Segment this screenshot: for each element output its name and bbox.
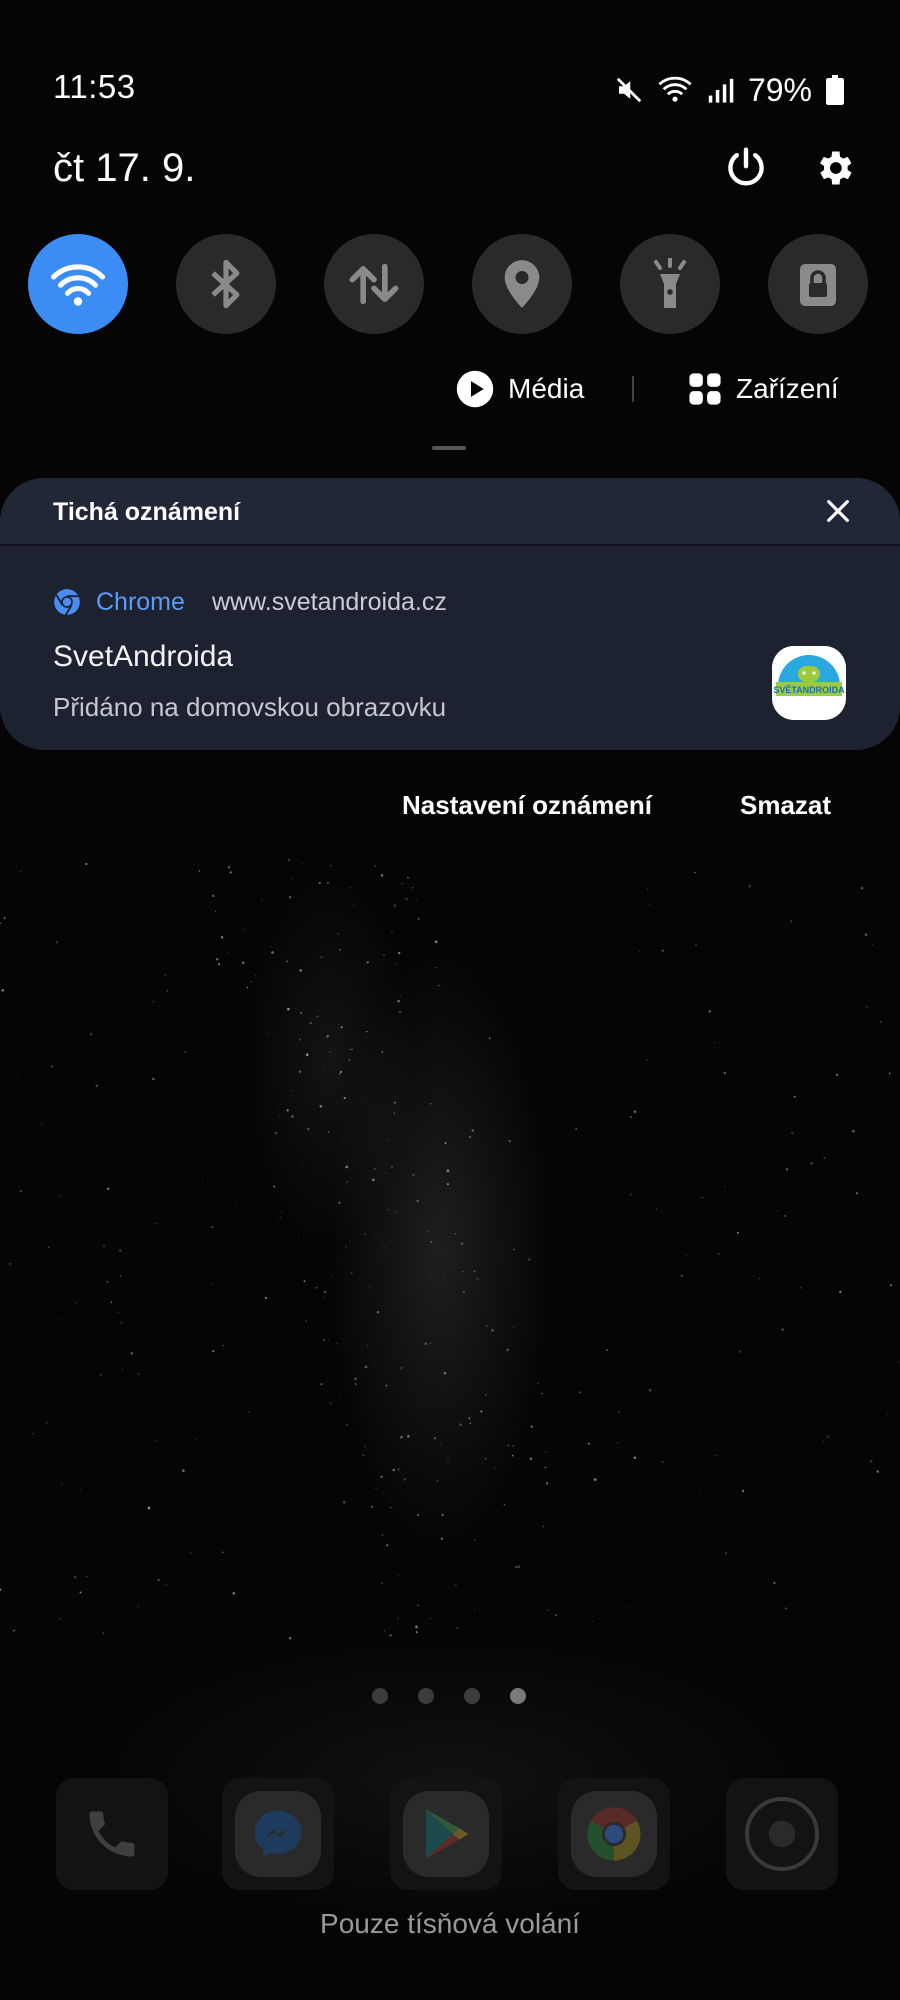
devices-label: Zařízení (736, 373, 839, 404)
clear-notifications-button[interactable]: Smazat (740, 790, 831, 821)
mobile-data-icon (349, 263, 399, 305)
notification-section-header: Tichá oznámení (0, 478, 900, 546)
toggle-secure-folder[interactable] (768, 234, 868, 334)
location-icon (504, 260, 540, 308)
toggle-wifi[interactable] (28, 234, 128, 334)
devices-button[interactable]: Zařízení (688, 366, 839, 412)
signal-icon (706, 75, 734, 105)
clock: 11:53 (53, 68, 136, 105)
notification-title: SvetAndroida (53, 640, 234, 673)
dock-camera[interactable] (726, 1778, 838, 1890)
media-label: Média (508, 373, 585, 404)
logo-text: SVĚTANDROIDA (773, 684, 845, 695)
toggle-bluetooth[interactable] (176, 234, 276, 334)
settings-button[interactable] (812, 146, 856, 190)
wifi-icon (658, 75, 692, 105)
notification-settings-button[interactable]: Nastavení oznámení (402, 790, 652, 821)
toggle-mobile-data[interactable] (324, 234, 424, 334)
svetandroida-logo: SVĚTANDROIDA (772, 646, 846, 720)
play-store-icon (425, 1809, 469, 1859)
battery-icon (826, 75, 844, 105)
notification-source: www.svetandroida.cz (212, 588, 447, 616)
dismiss-section-button[interactable] (822, 495, 854, 527)
date[interactable]: čt 17. 9. (53, 146, 195, 191)
battery-percent: 79% (747, 71, 812, 108)
media-button[interactable]: Média (456, 366, 584, 412)
dock-chrome[interactable] (558, 1778, 670, 1890)
wifi-icon (50, 264, 106, 306)
camera-icon (745, 1797, 819, 1871)
power-button[interactable] (724, 146, 768, 190)
phone-icon (89, 1811, 135, 1857)
settings-icon (820, 151, 852, 185)
close-icon (827, 500, 849, 522)
chrome-icon (587, 1807, 641, 1861)
section-title: Tichá oznámení (53, 498, 241, 526)
chrome-icon (53, 588, 81, 616)
messenger-icon (254, 1810, 302, 1858)
status-icons: 79% (614, 70, 844, 110)
toggle-flashlight[interactable] (620, 234, 720, 334)
secure-folder-icon (800, 264, 836, 306)
divider (632, 376, 634, 402)
devices-grid-icon (689, 373, 721, 405)
dock-phone[interactable] (56, 1778, 168, 1890)
dock-play-store[interactable] (390, 1778, 502, 1890)
flashlight-icon (654, 258, 686, 308)
bluetooth-icon (211, 259, 240, 309)
dock-messenger[interactable] (222, 1778, 334, 1890)
notification-text: Přidáno na domovskou obrazovku (53, 692, 447, 722)
page-indicator (372, 1688, 526, 1704)
toggle-location[interactable] (472, 234, 572, 334)
notification-app-name: Chrome (96, 588, 185, 616)
panel-drag-handle[interactable] (432, 446, 466, 450)
power-icon (728, 147, 764, 186)
page-dot[interactable] (464, 1688, 480, 1704)
emergency-calls-only: Pouze tísňová volání (320, 1908, 580, 1939)
page-dot[interactable] (372, 1688, 388, 1704)
mute-icon (614, 75, 644, 105)
play-icon (456, 370, 494, 408)
page-dot[interactable] (418, 1688, 434, 1704)
page-dot-current[interactable] (510, 1688, 526, 1704)
